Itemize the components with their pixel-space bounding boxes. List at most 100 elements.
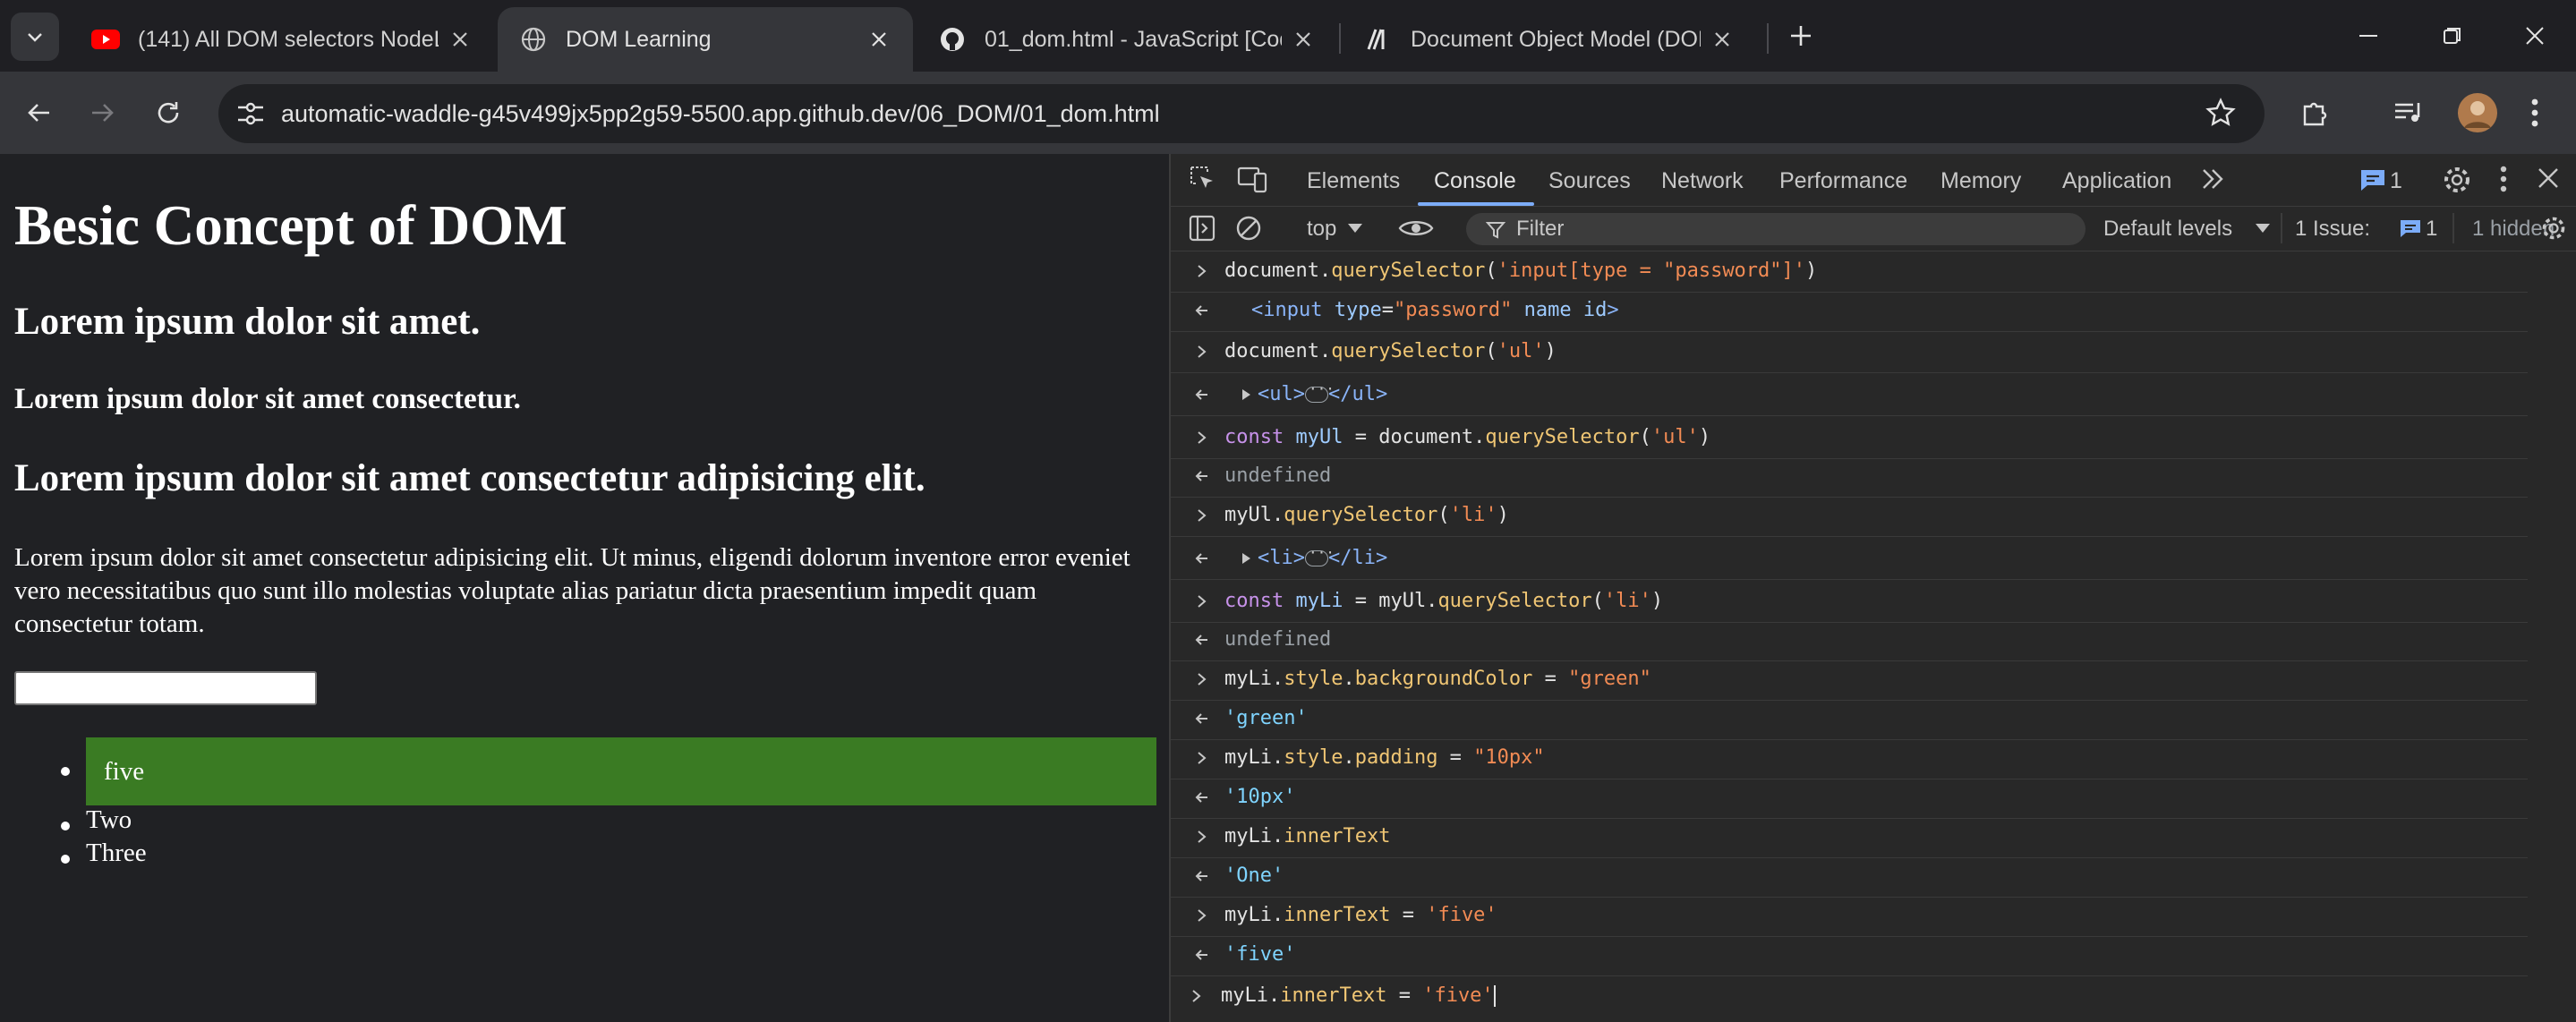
console-output-row[interactable]: '10px' (1171, 779, 2528, 819)
code-token: myUl. (1224, 504, 1284, 526)
devtools-tab-performance[interactable]: Performance (1779, 168, 1907, 194)
code-token: 'li' (1449, 504, 1497, 526)
code-token: ) (1497, 504, 1509, 526)
password-input[interactable] (14, 671, 317, 705)
code-token: <li> (1258, 547, 1305, 569)
console-output-row[interactable]: undefined (1171, 457, 2528, 498)
bookmark-star-icon[interactable] (2205, 98, 2236, 132)
code-token: ) (1544, 340, 1557, 362)
code-token: innerText (1280, 984, 1387, 1007)
media-controls-button[interactable] (2388, 91, 2431, 134)
console-input-row[interactable]: myLi.innerText = 'five' (1171, 897, 2528, 937)
close-icon[interactable] (866, 27, 891, 52)
close-icon[interactable] (1291, 27, 1316, 52)
devtools-tab-network[interactable]: Network (1661, 168, 1744, 194)
console-prompt-input[interactable]: myLi.innerText = 'five' (1221, 984, 1496, 1007)
restore-button[interactable] (2426, 13, 2479, 59)
close-icon[interactable] (2537, 166, 2560, 190)
live-expression-eye-icon[interactable] (1398, 217, 1434, 240)
youtube-icon (91, 25, 120, 54)
console-code: 'green' (1224, 707, 1308, 729)
console-input-row[interactable]: const myLi = myUl.querySelector('li') (1171, 583, 2528, 623)
devtools-tab-elements[interactable]: Elements (1307, 168, 1400, 194)
console-input-row[interactable]: myLi.style.padding = "10px" (1171, 739, 2528, 779)
tab-dom-learning[interactable]: DOM Learning (498, 7, 913, 72)
browser-menu-button[interactable] (2513, 91, 2556, 134)
console-input-row[interactable]: document.querySelector('input[type = "pa… (1171, 252, 2528, 293)
expand-triangle-icon[interactable] (1242, 389, 1250, 400)
tab-title: 01_dom.html - JavaScript [Code (985, 26, 1282, 52)
input-chevron-icon (1192, 668, 1212, 691)
console-input-row[interactable]: const myUl = document.querySelector('ul'… (1171, 419, 2528, 459)
code-token: querySelector (1331, 260, 1486, 282)
kebab-menu-icon[interactable] (2499, 165, 2508, 193)
device-toolbar-icon[interactable] (1237, 165, 1267, 193)
issues-label[interactable]: 1 Issue: (2295, 217, 2370, 242)
console-code: document.querySelector('input[type = "pa… (1224, 260, 1817, 282)
code-token: <ul> (1258, 383, 1305, 405)
sidebar-toggle-icon[interactable] (1189, 215, 1215, 242)
minimize-button[interactable] (2341, 13, 2395, 59)
context-selector[interactable]: top (1307, 217, 1336, 242)
list-item: Three (86, 839, 147, 867)
close-icon[interactable] (448, 27, 473, 52)
console-code: <li> </li> (1242, 544, 1387, 569)
profile-avatar[interactable] (2452, 88, 2503, 138)
inspect-element-icon[interactable] (1189, 165, 1217, 193)
messages-icon[interactable] (2359, 168, 2386, 192)
log-levels-dropdown[interactable]: Default levels (2103, 217, 2232, 242)
input-chevron-icon (1192, 260, 1212, 283)
console-output-row[interactable]: <input type="password" name id> (1171, 292, 2528, 332)
console-output-row[interactable]: 'One' (1171, 857, 2528, 898)
console-output-row[interactable]: undefined (1171, 621, 2528, 661)
expand-triangle-icon[interactable] (1242, 553, 1250, 564)
page-viewport: Besic Concept of DOM Lorem ipsum dolor s… (0, 154, 1169, 1022)
settings-gear-icon[interactable] (2442, 165, 2472, 195)
close-window-button[interactable] (2508, 13, 2562, 59)
output-arrow-icon (1192, 786, 1212, 809)
collapsed-ellipsis-icon[interactable] (1304, 380, 1335, 403)
code-token: style (1284, 746, 1343, 769)
close-icon[interactable] (1710, 27, 1735, 52)
console-output-row[interactable]: 'five' (1171, 936, 2528, 976)
devtools-tab-sources[interactable]: Sources (1548, 168, 1631, 194)
devtools-tab-memory[interactable]: Memory (1941, 168, 2021, 194)
code-token: undefined (1224, 464, 1332, 487)
console-input-row[interactable]: myLi.innerText (1171, 818, 2528, 858)
list-bullet (61, 855, 70, 864)
toolbar-divider (2452, 213, 2454, 243)
clear-console-icon[interactable] (1235, 215, 1262, 242)
console-settings-gear-icon[interactable] (2540, 215, 2567, 242)
console-output-row[interactable]: <ul> </ul> (1171, 376, 2528, 416)
tab-mdn-dom[interactable]: Document Object Model (DOM (1343, 7, 1756, 72)
new-tab-button[interactable] (1774, 13, 1828, 59)
console-input-row[interactable]: document.querySelector('ul') (1171, 333, 2528, 373)
address-bar[interactable]: automatic-waddle-g45v499jx5pp2g59-5500.a… (218, 84, 2265, 143)
tab-search-button[interactable] (11, 13, 59, 61)
more-tabs-chevron-icon[interactable] (2200, 166, 2227, 192)
list-item: Two (86, 805, 132, 834)
list-item-highlighted: five (86, 737, 1156, 805)
console-output-row[interactable]: 'green' (1171, 700, 2528, 740)
code-token: myLi. (1224, 746, 1284, 769)
devtools-tab-console[interactable]: Console (1434, 168, 1516, 194)
console-filter-input[interactable]: Filter (1466, 213, 2086, 245)
console-prompt[interactable]: myLi.innerText = 'five' (1171, 977, 2528, 1017)
code-token: = (1532, 668, 1569, 690)
console-input-row[interactable]: myUl.querySelector('li') (1171, 497, 2528, 537)
forward-button[interactable] (81, 91, 124, 134)
plus-icon (1791, 26, 1811, 46)
tab-youtube[interactable]: (141) All DOM selectors NodeLi (70, 7, 494, 72)
console-output-row[interactable]: <li> </li> (1171, 540, 2528, 580)
extensions-button[interactable] (2293, 91, 2336, 134)
code-token: style (1284, 668, 1343, 690)
tab-github-code[interactable]: 01_dom.html - JavaScript [Code (917, 7, 1337, 72)
collapsed-ellipsis-icon[interactable] (1304, 544, 1335, 566)
reload-button[interactable] (147, 91, 190, 134)
code-token: > (1607, 299, 1619, 321)
back-button[interactable] (18, 91, 61, 134)
site-info-icon[interactable] (236, 100, 265, 132)
console-input-row[interactable]: myLi.style.backgroundColor = "green" (1171, 660, 2528, 701)
console-code: undefined (1224, 628, 1331, 651)
devtools-tab-application[interactable]: Application (2062, 168, 2171, 194)
